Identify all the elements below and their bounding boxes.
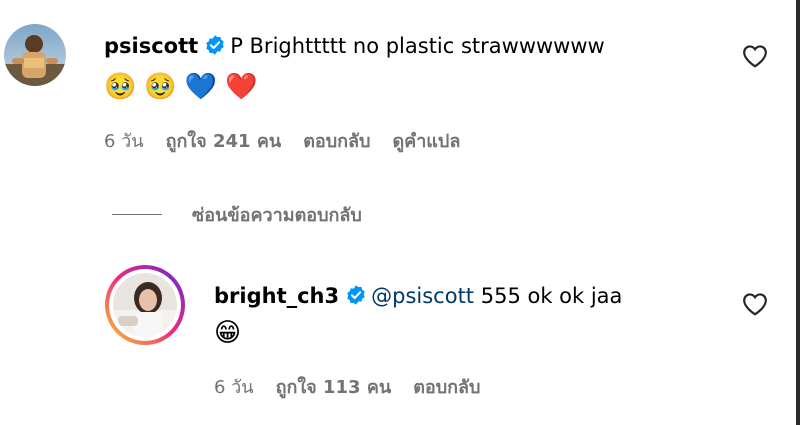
comment-thread: psiscott P Brighttttt no plastic strawwww…: [0, 0, 800, 425]
comment-meta: 6 วัน ถูกใจ 241 คน ตอบกลับ ดูคำแปล: [104, 126, 460, 155]
verified-badge-icon: [345, 284, 367, 310]
comment-translate-button[interactable]: ดูคำแปล: [392, 126, 460, 155]
reply-text: 555 ok ok jaa: [474, 284, 623, 308]
blue-heart-emoji: 💙: [184, 72, 218, 102]
red-heart-emoji: ❤️: [225, 72, 258, 102]
comment-username[interactable]: psiscott: [104, 34, 198, 58]
comment-header: psiscott P Brighttttt no plastic strawwww…: [104, 34, 605, 60]
reply-header: bright_ch3 @psiscott 555 ok ok jaa: [214, 284, 622, 310]
reply-mention-link[interactable]: @psiscott: [371, 284, 474, 308]
reply-meta: 6 วัน ถูกใจ 113 คน ตอบกลับ: [214, 372, 480, 401]
grinning-face-emoji: 😁: [214, 318, 242, 348]
reply-like-heart-icon[interactable]: [742, 292, 768, 320]
comment-time: 6 วัน: [104, 131, 144, 152]
reply-username[interactable]: bright_ch3: [214, 284, 339, 308]
hide-replies-divider: [112, 214, 162, 215]
story-ring-avatar: [105, 265, 185, 345]
comment-like-heart-icon[interactable]: [742, 44, 768, 72]
reply-likes-count[interactable]: ถูกใจ 113 คน: [276, 372, 392, 401]
comment-emojis: 🥹 🥹 💙 ❤️: [104, 72, 258, 102]
reply-emojis: 😁: [214, 318, 241, 348]
psiscott-avatar[interactable]: [4, 24, 66, 86]
pleading-face-emoji: 🥹: [104, 72, 137, 102]
reply-reply-button[interactable]: ตอบกลับ: [413, 372, 480, 401]
bright-ch3-avatar[interactable]: [104, 264, 186, 346]
window-edge: [796, 0, 800, 425]
verified-badge-icon: [204, 34, 226, 60]
pleading-face-emoji: 🥹: [144, 72, 177, 102]
reply-time: 6 วัน: [214, 377, 254, 398]
hide-replies-button[interactable]: ซ่อนข้อความตอบกลับ: [112, 200, 362, 229]
comment-reply-button[interactable]: ตอบกลับ: [303, 126, 370, 155]
comment-text: P Brighttttt no plastic strawwwwww: [230, 34, 605, 58]
comment-likes-count[interactable]: ถูกใจ 241 คน: [166, 126, 282, 155]
hide-replies-label: ซ่อนข้อความตอบกลับ: [192, 205, 362, 226]
avatar-photo: [4, 24, 66, 86]
